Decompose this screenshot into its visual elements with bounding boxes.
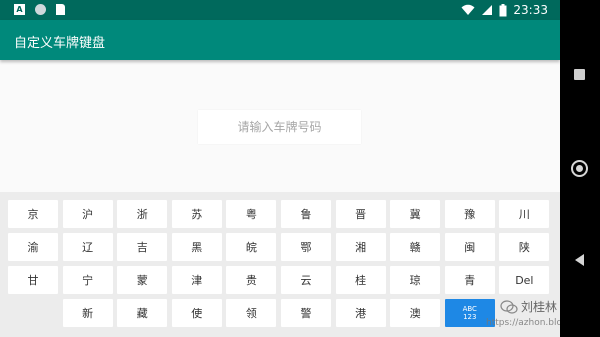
keyboard-row-3: 甘 宁 蒙 津 贵 云 桂 琼 青 Del <box>8 266 554 294</box>
mode-key-digits: 123 <box>463 313 477 321</box>
key-province[interactable]: 贵 <box>226 266 277 294</box>
keyboard-row-2: 渝 辽 吉 黑 皖 鄂 湘 赣 闽 陕 <box>8 233 554 261</box>
key-province[interactable]: 甘 <box>8 266 58 294</box>
page-title: 自定义车牌键盘 <box>14 36 106 51</box>
watermark-badge: 刘桂林 <box>500 298 557 315</box>
key-special[interactable]: 警 <box>280 299 331 327</box>
key-province[interactable]: 湘 <box>335 233 386 261</box>
key-province[interactable]: 苏 <box>171 200 222 228</box>
key-special[interactable]: 新 <box>62 299 113 327</box>
sync-circle-icon <box>35 4 46 15</box>
recents-square-icon[interactable] <box>574 69 585 80</box>
key-province[interactable]: 青 <box>444 266 495 294</box>
keyboard-row-4: 新 藏 使 领 警 港 澳 ABC 123 <box>8 299 499 327</box>
status-notification-icons: A <box>14 4 65 15</box>
mode-key-letters: ABC <box>462 305 477 313</box>
key-special[interactable]: 港 <box>335 299 386 327</box>
key-special[interactable]: 澳 <box>390 299 441 327</box>
key-province[interactable]: 云 <box>280 266 331 294</box>
key-province[interactable]: 浙 <box>117 200 168 228</box>
key-province[interactable]: 琼 <box>390 266 441 294</box>
keyboard-row-1: 京 沪 浙 苏 粤 鲁 晋 冀 豫 川 <box>8 200 554 228</box>
home-circle-icon[interactable] <box>571 160 588 177</box>
app-a-icon: A <box>14 4 25 15</box>
watermark-url: https://azhon.blog.cs <box>486 318 560 328</box>
key-province[interactable]: 冀 <box>390 200 441 228</box>
key-special[interactable]: 藏 <box>117 299 168 327</box>
wechat-icon <box>500 299 518 314</box>
wifi-icon <box>461 4 475 15</box>
key-province[interactable]: 粤 <box>226 200 277 228</box>
key-province[interactable]: 皖 <box>226 233 277 261</box>
key-province[interactable]: 鲁 <box>280 200 331 228</box>
watermark-name: 刘桂林 <box>521 300 558 314</box>
plate-keyboard: 京 沪 浙 苏 粤 鲁 晋 冀 豫 川 渝 辽 吉 黑 皖 鄂 湘 赣 闽 陕 … <box>0 192 560 337</box>
key-province[interactable]: 渝 <box>8 233 58 261</box>
key-special[interactable]: 领 <box>226 299 277 327</box>
sd-card-icon <box>56 4 65 15</box>
key-special[interactable]: 使 <box>171 299 222 327</box>
signal-icon <box>482 5 493 15</box>
key-province[interactable]: 陕 <box>499 233 550 261</box>
status-bar: A 23:33 <box>0 0 560 20</box>
app-window: A 23:33 自定义车牌键盘 京 沪 浙 苏 粤 <box>0 0 560 337</box>
key-province[interactable]: 晋 <box>335 200 386 228</box>
key-province[interactable]: 沪 <box>62 200 113 228</box>
plate-number-input[interactable] <box>198 110 361 144</box>
status-system-icons: 23:33 <box>461 3 548 17</box>
battery-icon <box>499 3 507 16</box>
key-province[interactable]: 鄂 <box>280 233 331 261</box>
key-province[interactable]: 赣 <box>390 233 441 261</box>
key-province[interactable]: 闽 <box>444 233 495 261</box>
key-province[interactable]: 蒙 <box>117 266 168 294</box>
key-spacer <box>8 299 58 327</box>
key-province[interactable]: 黑 <box>171 233 222 261</box>
key-province[interactable]: 宁 <box>62 266 113 294</box>
key-province[interactable]: 津 <box>171 266 222 294</box>
delete-key[interactable]: Del <box>499 266 550 294</box>
app-bar: 自定义车牌键盘 <box>0 20 560 60</box>
key-province[interactable]: 桂 <box>335 266 386 294</box>
back-triangle-icon[interactable] <box>575 254 584 266</box>
key-province[interactable]: 吉 <box>117 233 168 261</box>
status-time: 23:33 <box>513 3 548 17</box>
key-province[interactable]: 辽 <box>62 233 113 261</box>
key-province[interactable]: 豫 <box>444 200 495 228</box>
key-province[interactable]: 川 <box>499 200 550 228</box>
key-province[interactable]: 京 <box>8 200 58 228</box>
